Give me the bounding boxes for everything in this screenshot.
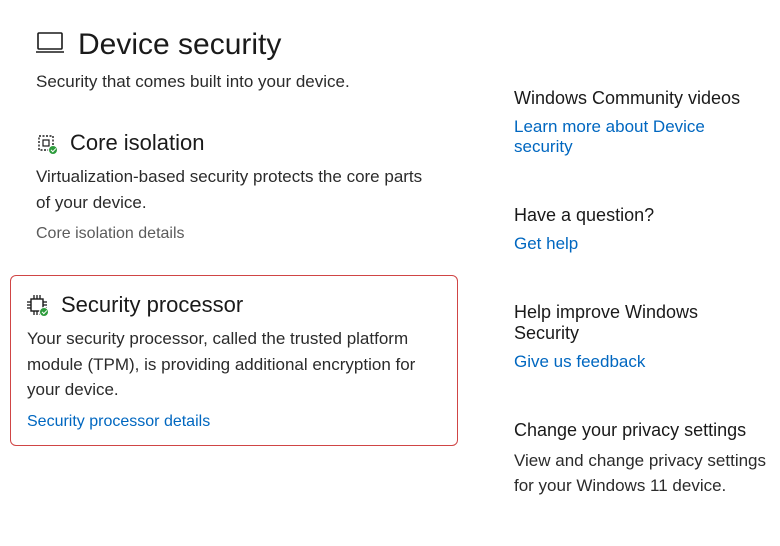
device-icon (36, 32, 64, 58)
give-feedback-link[interactable]: Give us feedback (514, 352, 768, 372)
privacy-settings-title: Change your privacy settings (514, 420, 768, 441)
checkmark-badge-icon (39, 307, 49, 317)
community-videos-title: Windows Community videos (514, 88, 768, 109)
core-isolation-details-link[interactable]: Core isolation details (36, 225, 466, 243)
community-videos-block: Windows Community videos Learn more abou… (514, 88, 768, 157)
core-isolation-icon (36, 133, 56, 153)
core-isolation-section: Core isolation Virtualization-based secu… (36, 130, 466, 243)
checkmark-badge-icon (48, 145, 58, 155)
privacy-settings-text: View and change privacy settings for you… (514, 449, 768, 498)
security-processor-title: Security processor (61, 292, 243, 318)
have-question-block: Have a question? Get help (514, 205, 768, 254)
security-processor-icon (27, 295, 47, 315)
security-processor-details-link[interactable]: Security processor details (27, 413, 441, 431)
core-isolation-description: Virtualization-based security protects t… (36, 164, 436, 215)
page-title: Device security (78, 28, 281, 62)
security-processor-section: Security processor Your security process… (10, 275, 458, 446)
security-processor-description: Your security processor, called the trus… (27, 326, 427, 403)
improve-security-block: Help improve Windows Security Give us fe… (514, 302, 768, 372)
core-isolation-title: Core isolation (70, 130, 205, 156)
learn-device-security-link[interactable]: Learn more about Device security (514, 117, 768, 157)
improve-security-title: Help improve Windows Security (514, 302, 768, 344)
have-question-title: Have a question? (514, 205, 768, 226)
get-help-link[interactable]: Get help (514, 234, 768, 254)
page-subtitle: Security that comes built into your devi… (36, 72, 466, 92)
privacy-settings-block: Change your privacy settings View and ch… (514, 420, 768, 498)
page-title-row: Device security (36, 28, 466, 62)
